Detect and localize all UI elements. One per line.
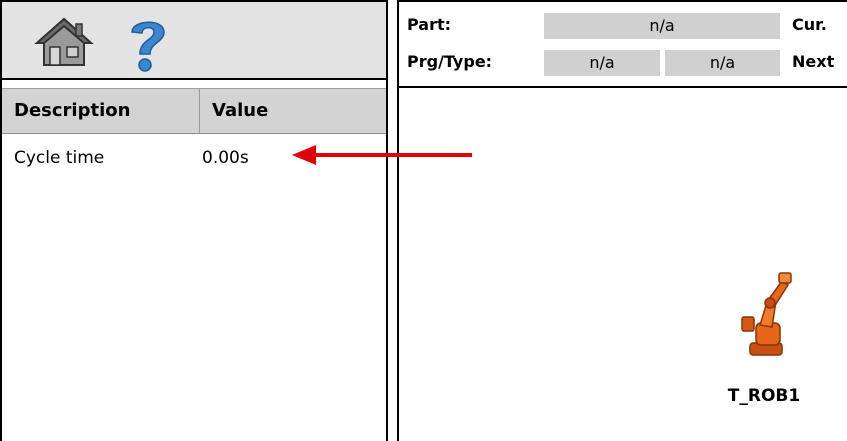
next-label: Next: [792, 52, 835, 71]
part-label: Part:: [407, 15, 452, 34]
robot-task-label: T_ROB1: [727, 386, 801, 406]
cell-description: Cycle time: [14, 148, 105, 168]
cur-label: Cur.: [792, 15, 827, 34]
robot-task-button[interactable]: [736, 267, 796, 359]
table-header: Description Value: [2, 88, 386, 134]
right-panel: Part: n/a Cur. Prg/Type: n/a n/a Next T_…: [397, 0, 847, 441]
prg-type-label: Prg/Type:: [407, 52, 493, 71]
cell-value: 0.00s: [202, 148, 249, 168]
help-icon: [131, 21, 165, 72]
part-value: n/a: [544, 13, 780, 39]
prg-value: n/a: [544, 50, 660, 76]
type-value: n/a: [665, 50, 780, 76]
column-header-value[interactable]: Value: [200, 89, 386, 133]
home-icon: [34, 17, 94, 66]
red-arrow-annotation: [292, 145, 472, 165]
home-button[interactable]: [34, 16, 94, 68]
robot-arm-icon: [741, 272, 792, 356]
help-button[interactable]: [124, 16, 172, 74]
column-header-description[interactable]: Description: [2, 89, 200, 133]
toolbar: [2, 2, 386, 80]
left-panel: Description Value Cycle time 0.00s: [0, 0, 388, 441]
program-info: Part: n/a Cur. Prg/Type: n/a n/a Next: [399, 2, 847, 88]
